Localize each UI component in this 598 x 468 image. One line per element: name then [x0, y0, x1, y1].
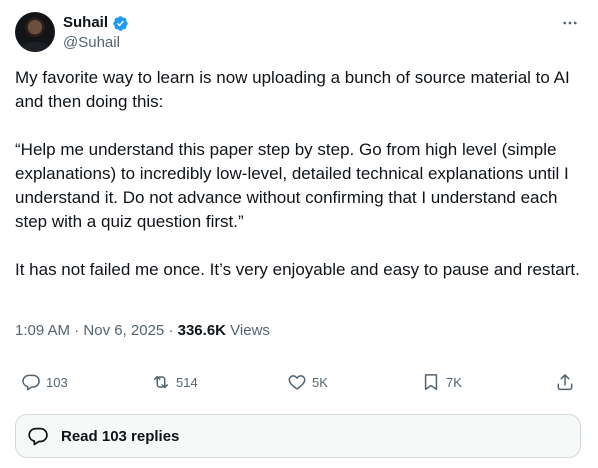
verified-badge-icon[interactable]: [112, 15, 129, 32]
action-bar: 103 514 5K 7K: [15, 370, 583, 394]
like-button[interactable]: 5K: [287, 370, 328, 394]
share-button[interactable]: [555, 370, 575, 394]
meta-separator: ·: [74, 322, 80, 339]
author-name-line: Suhail: [63, 14, 129, 32]
tweet-time[interactable]: 1:09 AM: [15, 322, 70, 339]
repost-arrows-icon: [154, 375, 168, 389]
repost-count: 514: [176, 374, 198, 390]
repost-button[interactable]: 514: [151, 370, 198, 394]
views-count: 336.6K: [177, 322, 226, 339]
more-dots-icon[interactable]: [561, 14, 579, 32]
author-handle[interactable]: @Suhail: [63, 34, 120, 52]
avatar[interactable]: [15, 12, 55, 52]
meta-separator: ·: [168, 322, 174, 339]
tweet-text: My favorite way to learn is now uploadin…: [15, 68, 580, 279]
views-label: Views: [230, 322, 270, 339]
read-replies-label: Read 103 replies: [61, 427, 180, 445]
author-name[interactable]: Suhail: [63, 14, 108, 32]
like-count: 5K: [312, 374, 328, 390]
bookmark-count: 7K: [446, 374, 462, 390]
speech-bubble-icon: [28, 427, 48, 446]
avatar-shoulders: [19, 42, 51, 52]
heart-icon: [288, 375, 306, 390]
share-upload-icon: [557, 374, 573, 391]
speech-bubble-icon: [22, 374, 40, 391]
tweet-date[interactable]: Nov 6, 2025: [83, 322, 164, 339]
reply-button[interactable]: 103: [21, 370, 68, 394]
bookmark-button[interactable]: 7K: [421, 370, 462, 394]
tweet-header: Suhail @Suhail: [15, 12, 583, 54]
tweet-meta: 1:09 AM · Nov 6, 2025 · 336.6K Views: [15, 321, 270, 341]
bookmark-icon: [424, 374, 438, 390]
reply-count: 103: [46, 374, 68, 390]
read-replies-button[interactable]: Read 103 replies: [15, 414, 581, 458]
